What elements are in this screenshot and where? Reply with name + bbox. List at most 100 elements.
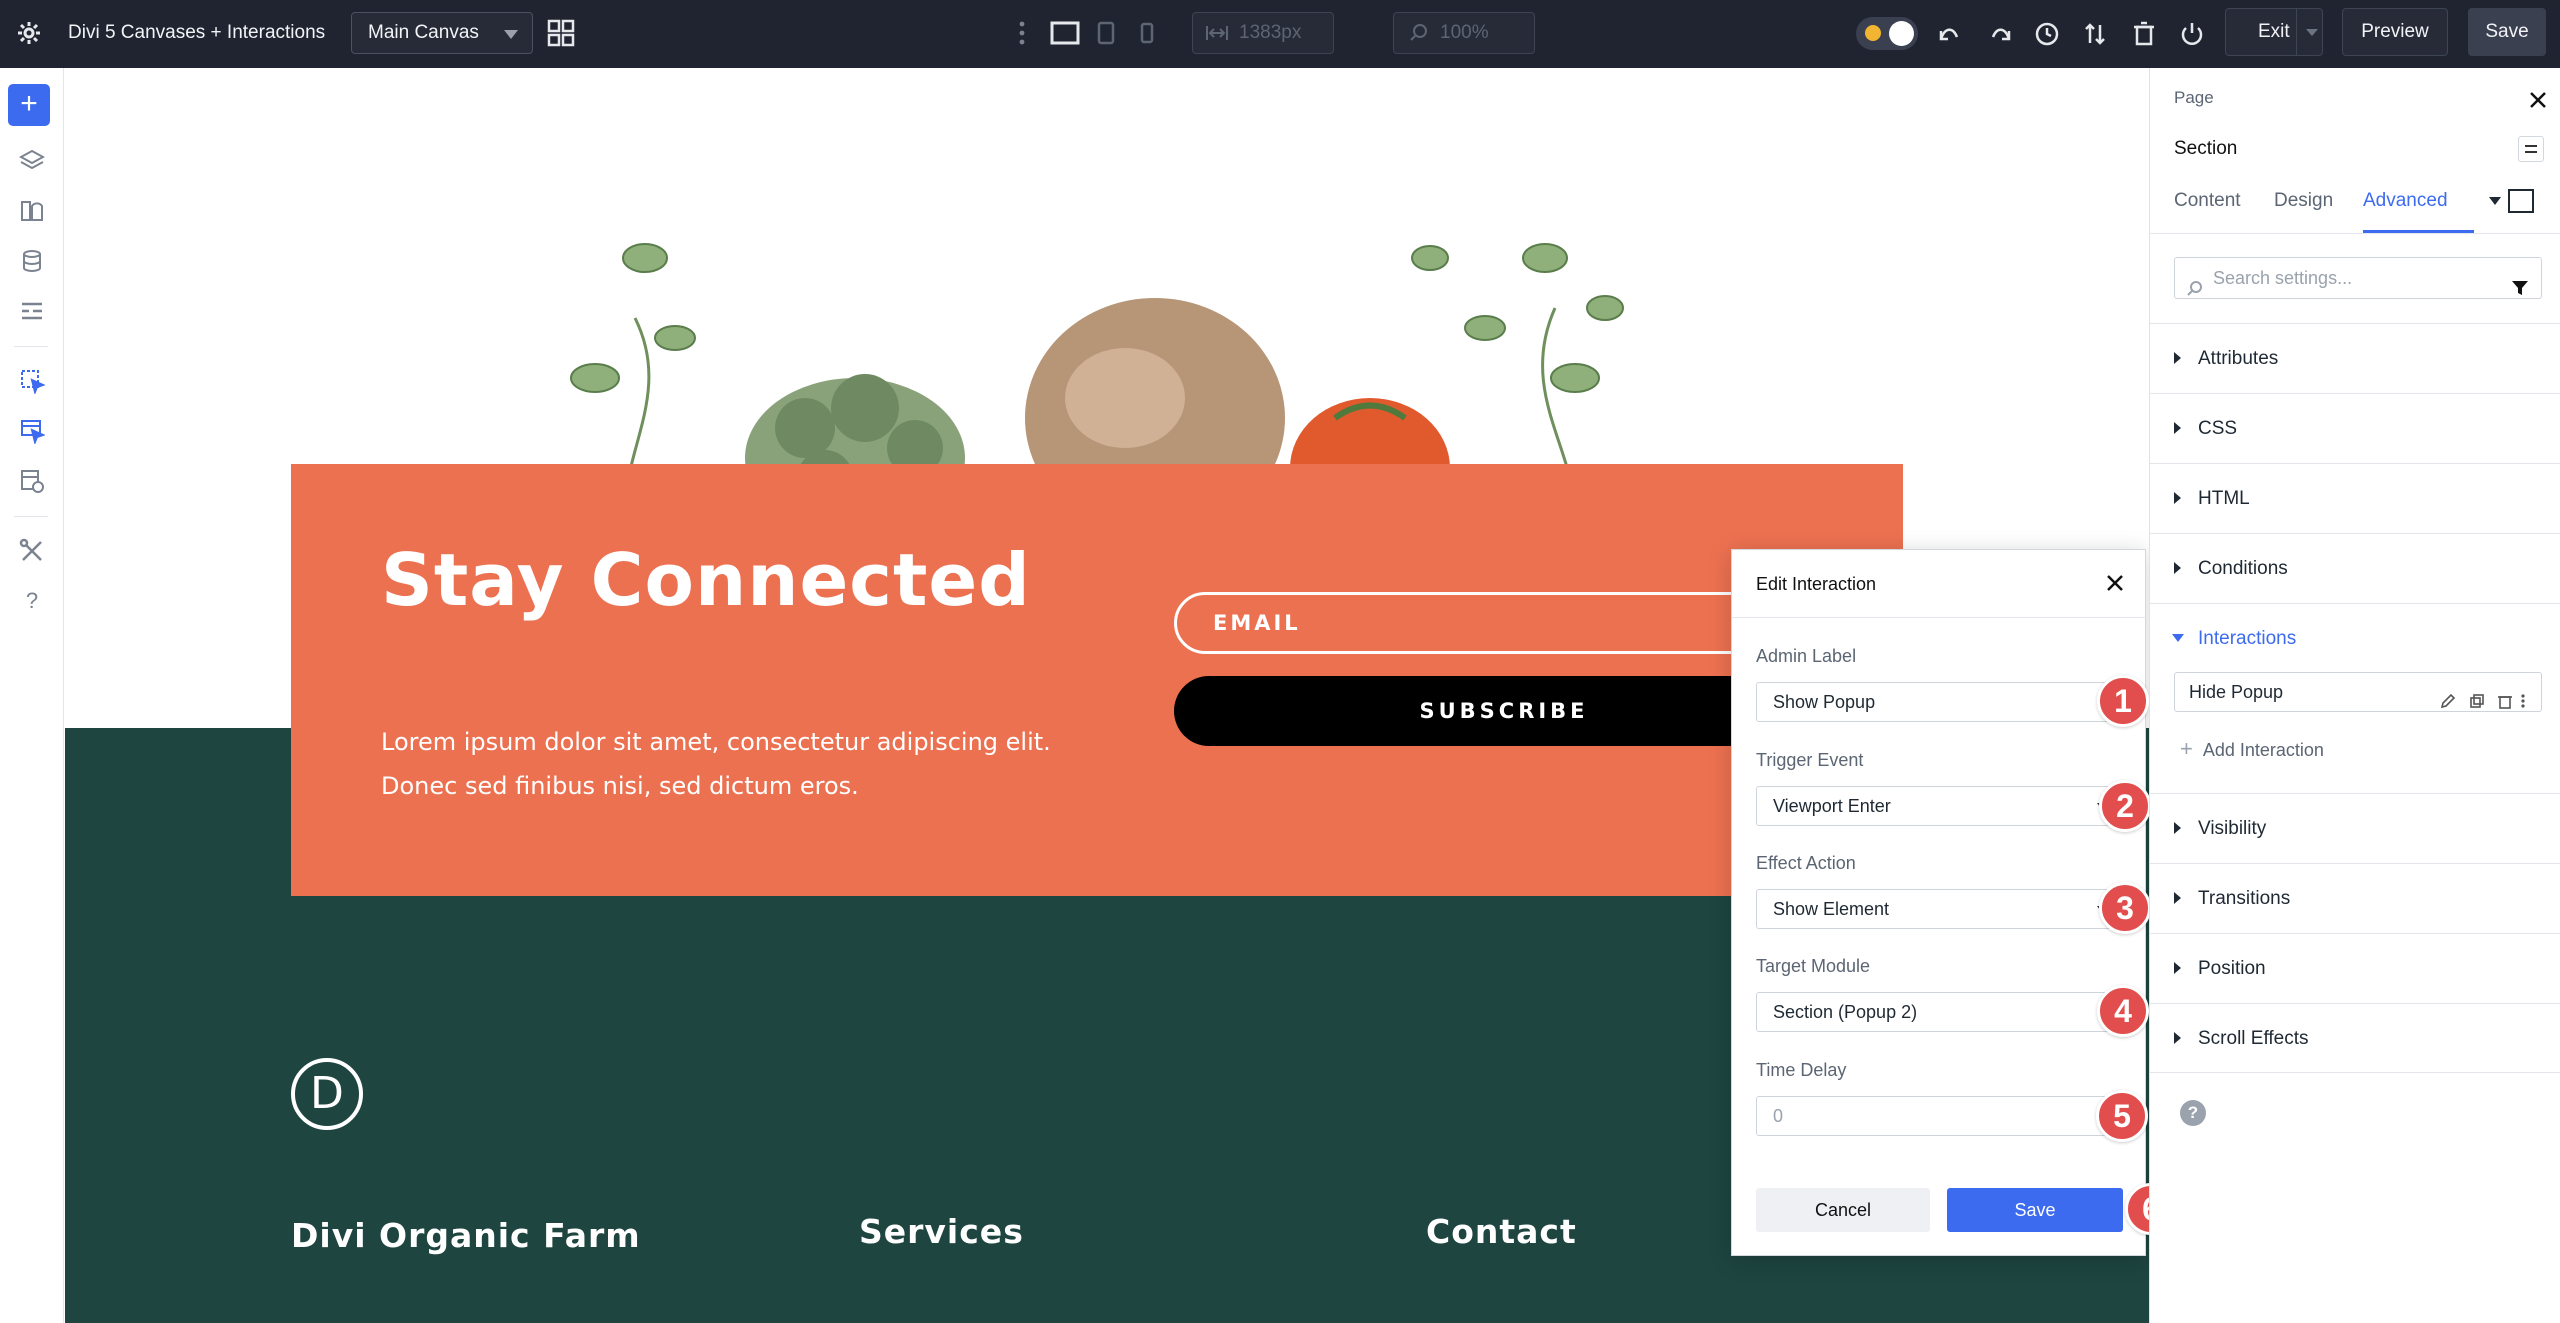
- close-icon[interactable]: [2526, 88, 2550, 112]
- settings-search-input[interactable]: Search settings...: [2174, 257, 2542, 299]
- plus-icon: +: [2180, 736, 2193, 761]
- preview-button[interactable]: Preview: [2342, 8, 2448, 56]
- sort-arrows-icon[interactable]: [2081, 20, 2109, 48]
- save-interaction-button[interactable]: Save: [1947, 1188, 2123, 1232]
- accordion-attributes[interactable]: Attributes: [2150, 323, 2560, 393]
- edit-interaction-modal: Edit Interaction Admin Label Show Popup …: [1731, 549, 2147, 1256]
- search-icon: [2187, 270, 2203, 296]
- interaction-list-item[interactable]: Hide Popup: [2174, 672, 2542, 712]
- footer-heading-services: Services: [859, 1212, 1024, 1251]
- width-arrows-icon: [1205, 13, 1229, 68]
- accordion-visibility[interactable]: Visibility: [2150, 793, 2560, 863]
- accordion-css[interactable]: CSS: [2150, 393, 2560, 463]
- tab-design[interactable]: Design: [2274, 190, 2333, 212]
- help-question-icon[interactable]: ?: [17, 586, 47, 616]
- tab-advanced[interactable]: Advanced: [2363, 190, 2448, 212]
- body-line-2: Donec sed finibus nisi, sed dictum eros.: [381, 772, 859, 800]
- tools-icon[interactable]: [17, 536, 47, 566]
- effect-action-select[interactable]: Show Element: [1756, 889, 2116, 929]
- section-heading: Stay Connected: [381, 538, 1031, 622]
- accordion-position[interactable]: Position: [2150, 933, 2560, 1003]
- responsive-view-icon[interactable]: [2508, 189, 2534, 213]
- layers-icon[interactable]: [17, 146, 47, 176]
- trash-icon[interactable]: [2130, 20, 2158, 48]
- accordion-label: Scroll Effects: [2198, 1028, 2309, 1049]
- add-module-button[interactable]: +: [8, 84, 50, 126]
- step-badge-1: 1: [2097, 675, 2149, 727]
- target-module-select[interactable]: Section (Popup 2): [1756, 992, 2116, 1032]
- desktop-view-icon[interactable]: [1048, 18, 1082, 48]
- undo-icon[interactable]: [1936, 20, 1964, 48]
- settings-gear-icon[interactable]: [16, 20, 42, 46]
- accordion-html[interactable]: HTML: [2150, 463, 2560, 533]
- caret-right-icon: [2174, 1032, 2181, 1044]
- caret-right-icon: [2174, 422, 2181, 434]
- footer-heading-farm: Divi Organic Farm: [291, 1216, 641, 1255]
- canvas-width-field[interactable]: 1383px: [1192, 12, 1334, 54]
- exit-label: Exit: [2258, 21, 2290, 42]
- cancel-button[interactable]: Cancel: [1756, 1188, 1930, 1232]
- accordion-conditions[interactable]: Conditions: [2150, 533, 2560, 603]
- breadcrumb[interactable]: Page: [2174, 88, 2214, 108]
- duplicate-icon[interactable]: [2469, 684, 2485, 708]
- more-vertical-icon[interactable]: [2520, 684, 2526, 708]
- time-delay-input[interactable]: 0m: [1756, 1096, 2116, 1136]
- caret-right-icon: [2174, 492, 2181, 504]
- target-module-label: Target Module: [1756, 956, 1871, 976]
- redo-icon[interactable]: [1986, 20, 2014, 48]
- chevron-down-icon[interactable]: [2489, 197, 2501, 205]
- more-vertical-icon[interactable]: [1016, 18, 1028, 48]
- phone-view-icon[interactable]: [1136, 18, 1158, 48]
- rail-divider: [14, 346, 48, 347]
- accordion-label: Interactions: [2198, 628, 2297, 649]
- page-settings-icon[interactable]: [17, 466, 47, 496]
- trigger-event-select[interactable]: Viewport Enter: [1756, 786, 2116, 826]
- toggle-knob: [1889, 21, 1914, 46]
- layout-list-icon[interactable]: [17, 296, 47, 326]
- effect-action-value: Show Element: [1773, 899, 1890, 919]
- tablet-view-icon[interactable]: [1094, 18, 1118, 48]
- interaction-item-label: Hide Popup: [2189, 682, 2284, 702]
- interactions-icon[interactable]: [17, 416, 47, 446]
- presets-icon[interactable]: [2518, 136, 2544, 162]
- zoom-field[interactable]: 100%: [1393, 12, 1535, 54]
- admin-label-label: Admin Label: [1756, 646, 1857, 666]
- caret-right-icon: [2174, 892, 2181, 904]
- close-icon[interactable]: [2102, 570, 2128, 596]
- library-icon[interactable]: [17, 196, 47, 226]
- sun-icon: [1865, 25, 1881, 41]
- accordion-label: Position: [2198, 958, 2266, 979]
- accordion-scroll-effects[interactable]: Scroll Effects: [2150, 1003, 2560, 1073]
- filter-icon[interactable]: [2511, 270, 2529, 295]
- canvas-select-icon[interactable]: [17, 366, 47, 396]
- divi-logo: D: [291, 1058, 363, 1130]
- tab-content[interactable]: Content: [2174, 190, 2241, 212]
- search-placeholder: Search settings...: [2213, 268, 2353, 288]
- theme-toggle[interactable]: [1856, 17, 1918, 50]
- exit-button[interactable]: Exit: [2225, 8, 2323, 56]
- accordion-interactions[interactable]: Interactions: [2150, 603, 2560, 673]
- add-interaction-label: Add Interaction: [2202, 740, 2324, 760]
- canvas-select[interactable]: Main Canvas: [351, 12, 533, 54]
- canvas-width-value: 1383px: [1239, 22, 1302, 43]
- accordion-label: Attributes: [2198, 348, 2279, 369]
- history-clock-icon[interactable]: [2033, 20, 2061, 48]
- body-line-1: Lorem ipsum dolor sit amet, consectetur …: [381, 728, 1051, 756]
- delete-icon[interactable]: [2497, 684, 2513, 709]
- help-icon[interactable]: ?: [2180, 1100, 2206, 1126]
- accordion-transitions[interactable]: Transitions: [2150, 863, 2560, 933]
- left-sidebar: + ?: [0, 68, 64, 1323]
- save-page-button[interactable]: Save: [2468, 8, 2546, 56]
- database-icon[interactable]: [17, 246, 47, 276]
- chevron-down-icon[interactable]: [2306, 29, 2318, 36]
- add-interaction-button[interactable]: + Add Interaction: [2180, 736, 2324, 762]
- edit-pencil-icon[interactable]: [2440, 684, 2456, 709]
- zoom-search-icon: [1408, 13, 1430, 68]
- target-module-value: Section (Popup 2): [1773, 1002, 1918, 1022]
- canvas-grid-icon[interactable]: [546, 18, 576, 48]
- power-icon[interactable]: [2178, 20, 2206, 48]
- accordion-label: Conditions: [2198, 558, 2288, 579]
- panel-title: Section: [2174, 138, 2238, 159]
- caret-down-icon: [2172, 634, 2184, 642]
- admin-label-input[interactable]: Show Popup: [1756, 682, 2116, 722]
